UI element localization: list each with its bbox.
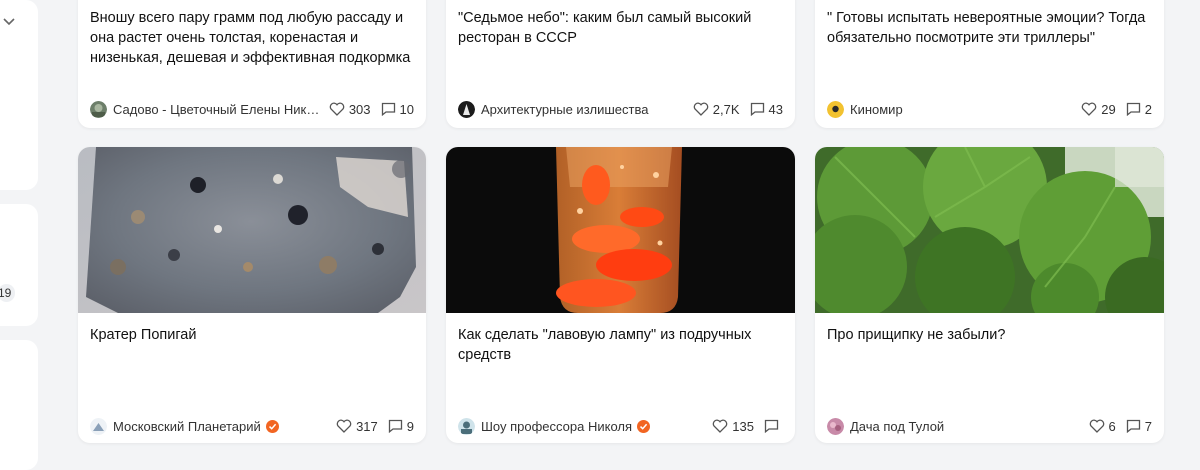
author-avatar[interactable] [827,100,844,118]
article-card-restaurant[interactable]: "Седьмое небо": каким был самый высокий … [446,0,795,128]
like-button[interactable]: 29 [1081,101,1116,117]
article-meta: Архитектурные излишества 2,7K 43 [458,99,783,119]
heart-icon [329,102,345,116]
article-stats: 6 7 [1081,419,1152,434]
comment-button[interactable]: 9 [388,419,414,434]
author-avatar[interactable] [90,417,107,435]
heart-icon [336,419,352,433]
comment-button[interactable]: 2 [1126,102,1152,117]
comment-count: 10 [399,101,414,117]
article-stats: 2,7K 43 [685,102,783,117]
author-name[interactable]: Архитектурные излишества [481,102,685,117]
geranium-leaves-image[interactable] [815,147,1164,313]
article-title[interactable]: Вношу всего пару грамм под любую рассаду… [90,8,414,68]
comment-icon [1126,419,1140,433]
count-badge: 19 [0,284,16,302]
article-meta: Шоу профессора Николя 135 [458,416,783,436]
like-count: 2,7K [712,101,740,117]
sidebar-card-bottom [0,340,38,470]
author-name[interactable]: Шоу профессора Николя [481,419,632,434]
article-card-lava-lamp[interactable]: Как сделать "лавовую лампу" из подручных… [446,147,795,443]
like-count: 317 [356,418,378,434]
article-stats: 29 2 [1073,102,1152,117]
author-avatar[interactable] [458,417,475,435]
sidebar-card-top [0,0,38,190]
heart-icon [1089,419,1104,433]
comment-button[interactable]: 10 [381,102,414,117]
article-stats: 135 [704,419,783,434]
comment-count: 9 [406,418,414,434]
like-button[interactable]: 2,7K [693,102,740,117]
comment-button[interactable]: 7 [1126,419,1152,434]
author-name[interactable]: Садово - Цветочный Елены Нико... [113,102,321,117]
author-avatar[interactable] [458,100,475,118]
article-title[interactable]: Как сделать "лавовую лампу" из подручных… [458,325,783,365]
article-stats: 303 10 [321,102,414,117]
article-meta: Киномир 29 2 [827,99,1152,119]
comment-count: 43 [768,101,783,117]
lava-lamp-image[interactable] [446,147,795,313]
heart-icon [713,419,728,433]
article-title[interactable]: " Готовы испытать невероятные эмоции? То… [827,8,1152,48]
like-button[interactable]: 303 [329,102,371,117]
author-name[interactable]: Киномир [850,102,1073,117]
author-name[interactable]: Московский Планетарий [113,419,261,434]
like-count: 6 [1108,418,1116,434]
comment-icon [764,419,779,433]
like-count: 29 [1101,101,1116,117]
author-name[interactable]: Дача под Тулой [850,419,1081,434]
comment-icon [1126,102,1140,116]
heart-icon [1082,102,1097,116]
comment-button[interactable]: 43 [750,102,783,117]
article-card-geranium[interactable]: Про прищипку не забыли? Дача под Тулой 6… [815,147,1164,443]
like-button[interactable]: 6 [1089,419,1116,434]
comment-count: 2 [1144,101,1152,117]
article-title[interactable]: Про прищипку не забыли? [827,325,1152,345]
article-title[interactable]: Кратер Попигай [90,325,414,345]
like-button[interactable]: 135 [712,419,754,434]
heart-icon [693,102,709,116]
article-title[interactable]: "Седьмое небо": каким был самый высокий … [458,8,783,48]
verified-badge-icon [637,419,651,433]
article-card-thrillers[interactable]: " Готовы испытать невероятные эмоции? То… [815,0,1164,128]
chevron-down-icon[interactable] [2,14,16,28]
like-count: 303 [348,101,371,117]
article-meta: Дача под Тулой 6 7 [827,416,1152,436]
comment-count: 7 [1144,418,1152,434]
verified-badge-icon [265,419,279,433]
article-card-gardening[interactable]: Вношу всего пару грамм под любую рассаду… [78,0,426,128]
comment-icon [388,419,402,433]
comment-button[interactable] [764,419,783,433]
meteorite-rock-image[interactable] [78,147,426,313]
author-avatar[interactable] [90,100,107,118]
comment-icon [750,102,764,116]
like-button[interactable]: 317 [336,419,378,434]
article-meta: Садово - Цветочный Елены Нико... 303 10 [90,99,414,119]
comment-icon [381,102,395,116]
article-stats: 317 9 [328,419,414,434]
article-card-crater[interactable]: Кратер Попигай Московский Планетарий 317… [78,147,426,443]
article-meta: Московский Планетарий 317 9 [90,416,414,436]
author-avatar[interactable] [827,417,844,435]
like-count: 135 [732,418,754,434]
sidebar-card-middle: 19 [0,204,38,326]
